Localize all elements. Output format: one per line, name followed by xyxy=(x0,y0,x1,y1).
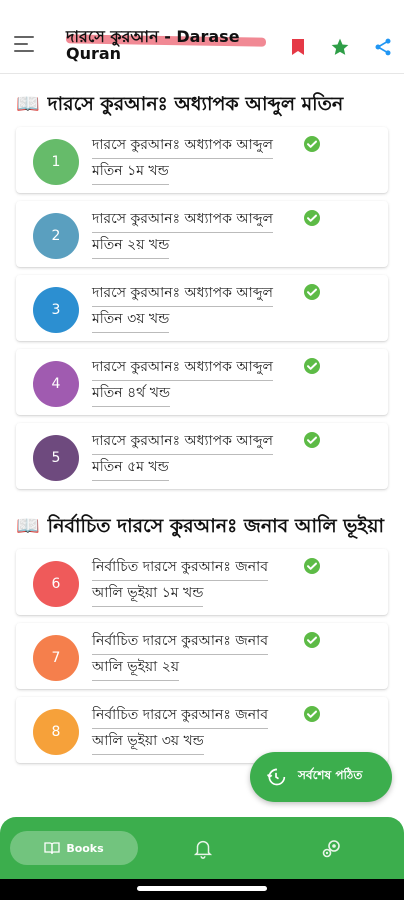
open-book-icon: 📖 xyxy=(16,93,40,115)
open-book-icon: 📖 xyxy=(16,515,40,537)
app-screen: দারসে কুরআন - Darase Quran 📖 দারসে কুরআনঃ… xyxy=(0,0,404,900)
list-item[interactable]: 2 দারসে কুরআনঃ অধ্যাপক আব্দুল মতিন ২য় খন্… xyxy=(16,201,388,267)
item-title-line1: দারসে কুরআনঃ অধ্যাপক আব্দুল xyxy=(92,133,273,159)
bell-icon[interactable] xyxy=(192,836,214,860)
item-title-line2: মতিন ২য় খন্ড xyxy=(92,233,170,259)
app-title: দারসে কুরআন - Darase Quran xyxy=(65,28,267,62)
item-title-line2: আলি ভূইয়া ২য় xyxy=(92,655,180,681)
item-number-badge: 6 xyxy=(33,561,79,607)
item-title-line2: মতিন ৪র্থ খন্ড xyxy=(92,381,171,407)
item-title-line1: নির্বাচিত দারসে কুরআনঃ জনাব xyxy=(92,703,268,729)
item-title-line1: নির্বাচিত দারসে কুরআনঃ জনাব xyxy=(92,555,268,581)
item-title: দারসে কুরআনঃ অধ্যাপক আব্দুল মতিন ২য় খন্ড xyxy=(92,207,292,259)
item-title-line2: মতিন ৩য় খন্ড xyxy=(92,307,170,333)
book-icon xyxy=(44,842,60,854)
history-icon xyxy=(266,768,286,786)
section-title-text: দারসে কুরআনঃ অধ্যাপক আব্দুল মতিন xyxy=(47,93,344,115)
list-item[interactable]: 6 নির্বাচিত দারসে কুরআনঃ জনাব আলি ভূইয়া ১… xyxy=(16,549,388,615)
item-number-badge: 4 xyxy=(33,361,79,407)
downloaded-check-icon xyxy=(304,136,320,152)
book-list[interactable]: 📖 দারসে কুরআনঃ অধ্যাপক আব্দুল মতিন 1 দারসে … xyxy=(0,75,404,817)
item-title: দারসে কুরআনঃ অধ্যাপক আব্দুল মতিন ৩য় খন্ড xyxy=(92,281,292,333)
last-read-label: সর্বশেষ পঠিত xyxy=(298,768,363,782)
downloaded-check-icon xyxy=(304,706,320,722)
item-title: নির্বাচিত দারসে কুরআনঃ জনাব আলি ভূইয়া ২য… xyxy=(92,629,292,681)
downloaded-check-icon xyxy=(304,558,320,574)
bookmark-icon[interactable] xyxy=(287,36,309,58)
downloaded-check-icon xyxy=(304,358,320,374)
item-title-line2: আলি ভূইয়া ৩য় খন্ড xyxy=(92,729,204,755)
item-number-badge: 8 xyxy=(33,709,79,755)
section-list: 6 নির্বাচিত দারসে কুরআনঃ জনাব আলি ভূইয়া ১… xyxy=(0,549,404,763)
item-number-badge: 7 xyxy=(33,635,79,681)
list-item[interactable]: 3 দারসে কুরআনঃ অধ্যাপক আব্দুল মতিন ৩য় খন্… xyxy=(16,275,388,341)
item-title-line2: মতিন ১ম খন্ড xyxy=(92,159,169,185)
downloaded-check-icon xyxy=(304,632,320,648)
item-number-badge: 3 xyxy=(33,287,79,333)
list-item[interactable]: 4 দারসে কুরআনঃ অধ্যাপক আব্দুল মতিন ৪র্থ খন… xyxy=(16,349,388,415)
downloaded-check-icon xyxy=(304,432,320,448)
item-title: দারসে কুরআনঃ অধ্যাপক আব্দুল মতিন ৪র্থ খন্… xyxy=(92,355,292,407)
nav-books-label: Books xyxy=(66,841,104,855)
item-title-line1: দারসে কুরআনঃ অধ্যাপক আব্দুল xyxy=(92,207,273,233)
section-list: 1 দারসে কুরআনঃ অধ্যাপক আব্দুল মতিন ১ম খন্ড… xyxy=(0,127,404,489)
item-title: নির্বাচিত দারসে কুরআনঃ জনাব আলি ভূইয়া ৩য… xyxy=(92,703,292,755)
settings-icon[interactable] xyxy=(320,836,344,860)
item-title-line1: নির্বাচিত দারসে কুরআনঃ জনাব xyxy=(92,629,268,655)
item-title: দারসে কুরআনঃ অধ্যাপক আব্দুল মতিন ৫ম খন্ড xyxy=(92,429,292,481)
item-number-badge: 5 xyxy=(33,435,79,481)
app-header: দারসে কুরআন - Darase Quran xyxy=(0,0,404,74)
share-icon[interactable] xyxy=(372,36,394,58)
section-title: 📖 নির্বাচিত দারসে কুরআনঃ জনাব আলি ভূইয়া xyxy=(0,497,404,541)
section-title-text: নির্বাচিত দারসে কুরআনঃ জনাব আলি ভূইয়া xyxy=(47,515,384,537)
list-item[interactable]: 1 দারসে কুরআনঃ অধ্যাপক আব্দুল মতিন ১ম খন্ড xyxy=(16,127,388,193)
home-indicator[interactable] xyxy=(137,886,267,891)
last-read-button[interactable]: সর্বশেষ পঠিত xyxy=(250,752,392,802)
bottom-nav: Books xyxy=(0,817,404,879)
item-title-line2: আলি ভূইয়া ১ম খন্ড xyxy=(92,581,204,607)
item-title-line2: মতিন ৫ম খন্ড xyxy=(92,455,169,481)
item-title: নির্বাচিত দারসে কুরআনঃ জনাব আলি ভূইয়া ১ম… xyxy=(92,555,292,607)
item-title-line1: দারসে কুরআনঃ অধ্যাপক আব্দুল xyxy=(92,355,273,381)
item-title: দারসে কুরআনঃ অধ্যাপক আব্দুল মতিন ১ম খন্ড xyxy=(92,133,292,185)
item-number-badge: 1 xyxy=(33,139,79,185)
list-item[interactable]: 7 নির্বাচিত দারসে কুরআনঃ জনাব আলি ভূইয়া ২… xyxy=(16,623,388,689)
item-number-badge: 2 xyxy=(33,213,79,259)
list-item[interactable]: 5 দারসে কুরআনঃ অধ্যাপক আব্দুল মতিন ৫ম খন্ড xyxy=(16,423,388,489)
downloaded-check-icon xyxy=(304,284,320,300)
star-icon[interactable] xyxy=(329,36,351,58)
item-title-line1: দারসে কুরআনঃ অধ্যাপক আব্দুল xyxy=(92,281,273,307)
menu-icon[interactable] xyxy=(14,36,36,56)
nav-books-tab[interactable]: Books xyxy=(10,831,138,865)
item-title-line1: দারসে কুরআনঃ অধ্যাপক আব্দুল xyxy=(92,429,273,455)
section-title: 📖 দারসে কুরআনঃ অধ্যাপক আব্দুল মতিন xyxy=(0,75,404,119)
downloaded-check-icon xyxy=(304,210,320,226)
